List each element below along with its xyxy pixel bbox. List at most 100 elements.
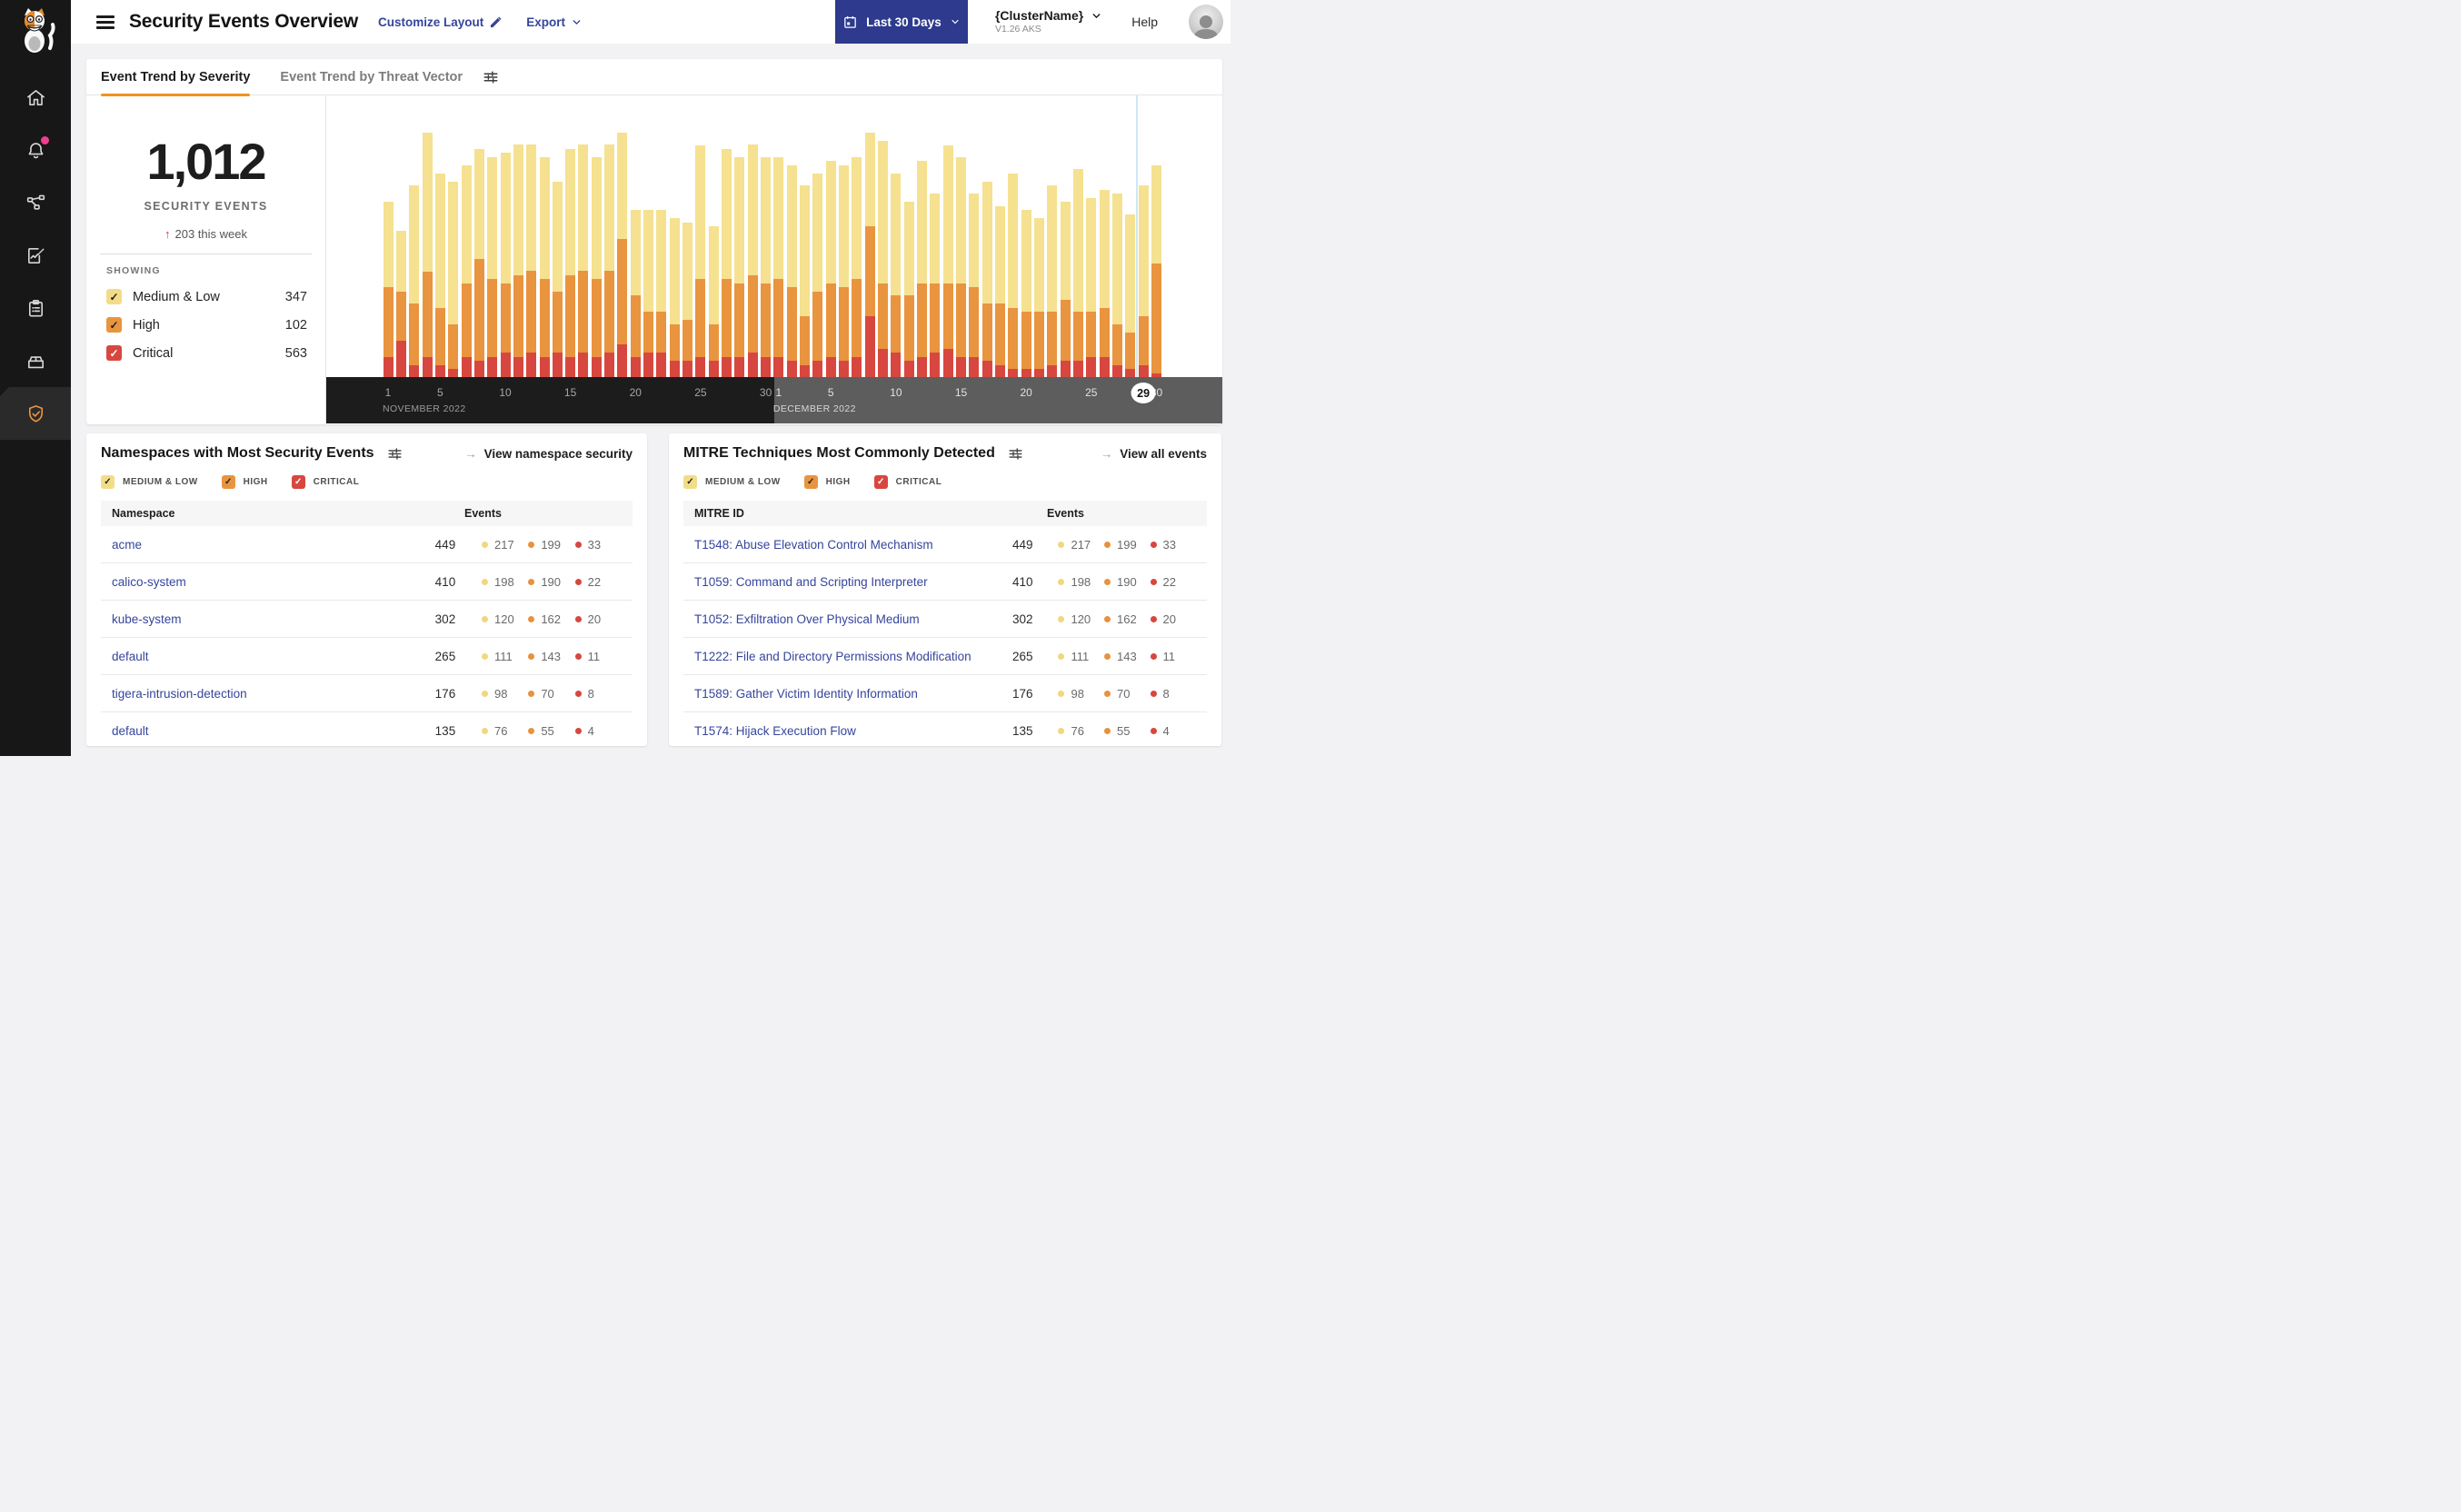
row-link[interactable]: T1059: Command and Scripting Interpreter [694,575,1012,589]
stacked-bar[interactable] [1112,194,1122,377]
export-button[interactable]: Export [526,15,583,29]
stacked-bar[interactable] [461,164,472,377]
cluster-name-dropdown[interactable]: {ClusterName} [995,8,1102,25]
stacked-bar[interactable] [473,149,484,377]
checkbox-checked-icon[interactable]: ✓ [106,289,122,304]
stacked-bar[interactable] [981,181,992,377]
row-link[interactable]: T1222: File and Directory Permissions Mo… [694,650,1012,663]
customize-layout-button[interactable]: Customize Layout [378,15,503,29]
stacked-bar[interactable] [1086,197,1097,377]
stacked-bar[interactable] [1034,218,1044,377]
checkbox-checked-icon[interactable]: ✓ [106,345,122,361]
stacked-bar[interactable] [448,181,459,377]
stacked-bar[interactable] [903,202,914,377]
stacked-bar[interactable] [1151,164,1161,377]
stacked-bar[interactable] [852,156,862,377]
stacked-bar[interactable] [617,132,628,377]
namespaces-filter-icon[interactable] [387,446,403,462]
sidebar-item-alerts-bell[interactable] [0,124,71,176]
stacked-bar[interactable] [773,156,784,377]
checkbox-checked-icon[interactable]: ✓ [106,317,122,333]
stacked-bar[interactable] [630,210,641,377]
stacked-bar[interactable] [839,164,849,377]
stacked-bar[interactable] [786,164,797,377]
stacked-bar[interactable] [669,218,680,377]
selected-day-marker[interactable]: 29 [1131,383,1156,403]
stacked-bar[interactable] [578,144,589,377]
stacked-bar[interactable] [930,194,941,377]
stacked-bar[interactable] [1073,169,1083,377]
stacked-bar[interactable] [800,185,811,377]
stacked-bar[interactable] [487,156,498,377]
chart-filter-icon[interactable] [483,69,499,85]
hamburger-menu-icon[interactable] [96,15,115,29]
stacked-bar[interactable] [891,173,902,377]
filter-critical[interactable]: ✓ CRITICAL [291,474,360,489]
stacked-bar[interactable] [747,144,758,377]
stacked-bar[interactable] [1047,185,1058,377]
filter-high[interactable]: ✓ HIGH [803,474,851,489]
stacked-bar[interactable] [708,226,719,377]
stacked-bar[interactable] [942,144,953,377]
filter-high[interactable]: ✓ HIGH [221,474,268,489]
row-link[interactable]: tigera-intrusion-detection [112,687,435,701]
tab-event-trend-by-severity[interactable]: Event Trend by Severity [101,59,251,96]
stacked-bar[interactable] [695,144,706,377]
stacked-bar[interactable] [1099,189,1110,377]
sidebar-item-workloads-box[interactable] [0,334,71,387]
stacked-bar[interactable] [956,156,966,377]
filter-critical[interactable]: ✓ CRITICAL [873,474,942,489]
stacked-bar[interactable] [761,156,772,377]
row-link[interactable]: default [112,724,435,738]
stacked-bar[interactable] [500,153,511,377]
stacked-bar-chart[interactable]: 1 5 10 15 20 25 30 NOVEMBER 2022 1 5 10 15 20 25 30 DEC… [326,95,1222,423]
stacked-bar[interactable] [539,156,550,377]
mitre-filter-icon[interactable] [1008,446,1023,462]
stacked-bar[interactable] [825,161,836,377]
stacked-bar[interactable] [969,194,980,377]
stacked-bar[interactable] [812,173,823,377]
row-link[interactable]: default [112,650,435,663]
stacked-bar[interactable] [1021,210,1031,377]
stacked-bar[interactable] [513,144,523,377]
stacked-bar[interactable] [409,185,420,377]
view-namespace-security-link[interactable]: → View namespace security [464,447,633,461]
view-all-events-link[interactable]: → View all events [1101,447,1207,461]
severity-filter-critical[interactable]: ✓ Critical 563 [106,345,307,361]
sidebar-item-compliance-clipboard[interactable] [0,282,71,334]
tab-event-trend-by-threat-vector[interactable]: Event Trend by Threat Vector [280,59,463,95]
stacked-bar[interactable] [434,173,445,377]
stacked-bar[interactable] [383,202,394,377]
stacked-bar[interactable] [1060,202,1071,377]
sidebar-item-policies-edit[interactable] [0,229,71,282]
stacked-bar[interactable] [878,141,888,377]
row-link[interactable]: calico-system [112,575,435,589]
sidebar-item-home[interactable] [0,71,71,124]
stacked-bar[interactable] [526,144,537,377]
row-link[interactable]: T1548: Abuse Elevation Control Mechanism [694,538,1012,552]
sidebar-item-service-graph[interactable] [0,176,71,229]
stacked-bar[interactable] [734,156,745,377]
stacked-bar[interactable] [995,205,1005,377]
filter-medium-low[interactable]: ✓ MEDIUM & LOW [683,474,781,489]
stacked-bar[interactable] [591,156,602,377]
stacked-bar[interactable] [643,210,654,377]
stacked-bar[interactable] [864,133,875,377]
stacked-bar[interactable] [395,230,406,377]
stacked-bar[interactable] [422,133,433,377]
row-link[interactable]: acme [112,538,435,552]
date-range-button[interactable]: Last 30 Days [834,0,968,44]
row-link[interactable]: T1574: Hijack Execution Flow [694,724,1012,738]
help-link[interactable]: Help [1131,15,1158,29]
stacked-bar[interactable] [683,222,693,377]
stacked-bar[interactable] [722,148,732,377]
sidebar-item-threat-defense-shield[interactable] [0,387,71,440]
stacked-bar[interactable] [917,161,927,377]
row-link[interactable]: T1052: Exfiltration Over Physical Medium [694,612,1012,626]
stacked-bar[interactable] [656,210,667,377]
calico-cat-logo[interactable] [13,5,58,55]
filter-medium-low[interactable]: ✓ MEDIUM & LOW [101,474,198,489]
row-link[interactable]: kube-system [112,612,435,626]
stacked-bar[interactable] [552,181,563,377]
severity-filter-high[interactable]: ✓ High 102 [106,317,307,333]
